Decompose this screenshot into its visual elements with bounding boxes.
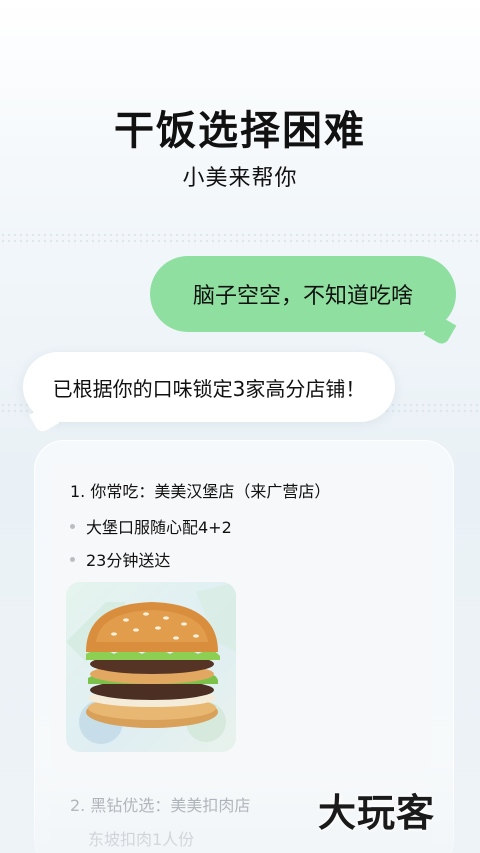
user-message-text: 脑子空空，不知道吃啥: [192, 284, 413, 309]
delivery-time-text: 23分钟送达: [86, 551, 171, 570]
restaurant-title-2: 2. 黑钻优选：美美扣肉店: [70, 796, 251, 815]
bubble-tail: [28, 403, 60, 435]
watermark-logo: 大玩客: [318, 791, 436, 835]
dotted-divider: [0, 232, 480, 246]
restaurant-title-1: 1. 你常吃：美美汉堡店（来广营店）: [70, 482, 331, 501]
assistant-message-text: 已根据你的口味锁定3家高分店铺！: [52, 376, 366, 401]
assistant-message-bubble: 已根据你的口味锁定3家高分店铺！: [23, 352, 395, 435]
user-message-bubble: 脑子空空，不知道吃啥: [150, 256, 457, 347]
headline: 干饭选择困难: [114, 108, 366, 154]
deal-text: 大堡口服随心配4+2: [86, 518, 232, 537]
bullet-dot: [70, 556, 75, 562]
bubble-tail: [423, 313, 457, 347]
bullet-dot: [70, 523, 75, 529]
restaurant-dish-2: 东坡扣肉1人份: [88, 830, 195, 849]
list-item: 大堡口服随心配4+2: [70, 514, 232, 538]
subheadline: 小美来帮你: [182, 166, 298, 191]
list-item: 23分钟送达: [70, 547, 170, 571]
burger-icon: [66, 582, 236, 744]
burger-photo[interactable]: [66, 582, 236, 752]
